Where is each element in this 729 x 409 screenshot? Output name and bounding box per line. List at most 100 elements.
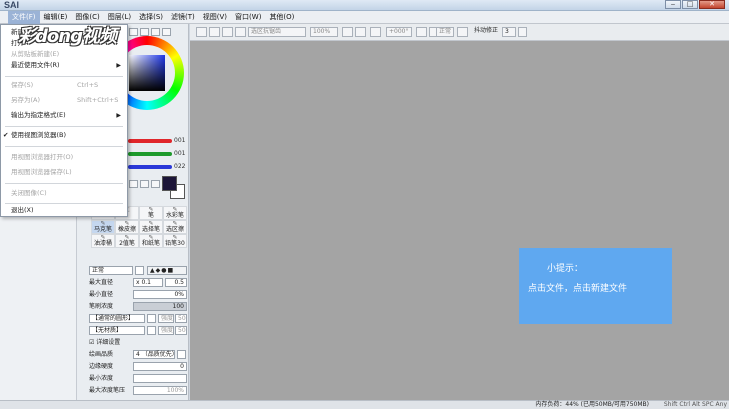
shape1-select[interactable]: 【通常的圆形】 xyxy=(89,314,145,323)
quality-row: 绘画品质 4 （品质优先） xyxy=(89,349,187,360)
rgb-tab-icon[interactable] xyxy=(140,28,149,36)
shape1-strength-value[interactable]: 50 xyxy=(175,314,187,323)
menu-export[interactable]: 输出为指定格式(E) ▶ xyxy=(1,109,127,122)
zoom-field[interactable]: 100% xyxy=(310,27,338,37)
open-icon[interactable] xyxy=(209,27,220,37)
menu-use-browser[interactable]: ✔ 使用视图浏览器(B) xyxy=(1,129,127,142)
shape1-dropdown-icon[interactable] xyxy=(147,314,156,323)
tool-marker[interactable]: ✎ 马克笔 xyxy=(91,220,115,234)
menu-separator xyxy=(5,146,123,147)
menu-select[interactable]: 选择(S) xyxy=(135,11,167,24)
menu-close-image[interactable]: 关闭图像(C) xyxy=(1,187,127,200)
quality-label: 绘画品质 xyxy=(89,351,114,358)
menu-separator xyxy=(5,126,123,127)
watermark-logo: 彩dong视频 xyxy=(18,26,117,47)
blend-mode-dropdown-icon[interactable] xyxy=(135,266,144,275)
min-density-slider[interactable] xyxy=(133,374,187,383)
memory-status: 内存负荷：44% (已用50MB/可用750MB) xyxy=(535,401,649,408)
menu-other[interactable]: 其他(O) xyxy=(265,11,298,24)
new-canvas-icon[interactable] xyxy=(196,27,207,37)
menu-save[interactable]: 保存(S) Ctrl+S xyxy=(1,79,127,92)
tool-select-eraser[interactable]: ✎ 选区擦 xyxy=(163,220,187,234)
green-slider-bar[interactable] xyxy=(128,152,172,156)
red-slider-bar[interactable] xyxy=(128,139,172,143)
palette-tab-icon[interactable] xyxy=(162,28,171,36)
rotation-field[interactable]: +000° xyxy=(386,27,412,37)
tool-paper-pen[interactable]: ✎ 和纸笔 xyxy=(139,234,163,248)
foreground-color-swatch[interactable] xyxy=(162,176,177,191)
menu-open-with-browser[interactable]: 用视图浏览器打开(O) xyxy=(1,151,127,164)
stabilizer-dropdown-icon[interactable] xyxy=(518,27,527,37)
zoom-reset-icon[interactable] xyxy=(370,27,381,37)
save-icon[interactable] xyxy=(222,27,233,37)
menu-view[interactable]: 视图(V) xyxy=(199,11,231,24)
maximize-button[interactable]: □ xyxy=(682,0,698,9)
undo-icon[interactable] xyxy=(235,27,246,37)
rotate-left-icon[interactable] xyxy=(416,27,427,37)
canvas-area[interactable] xyxy=(190,41,729,400)
zoom-in-icon[interactable] xyxy=(355,27,366,37)
tool-label: 油漆桶 xyxy=(93,240,112,247)
color-tool-1-icon[interactable] xyxy=(129,180,138,188)
red-slider[interactable]: 001 xyxy=(128,137,188,145)
tool-select-pen[interactable]: ✎ 选择笔 xyxy=(139,220,163,234)
tool-eraser[interactable]: ✎ 橡皮擦 xyxy=(115,220,139,234)
title-bar: SAI ‒ □ ✕ xyxy=(0,0,729,11)
blue-slider[interactable]: 022 xyxy=(128,163,188,171)
density-row: 笔刷浓度 100 xyxy=(89,301,187,312)
shape2-strength-value[interactable]: 50 xyxy=(175,326,187,335)
color-wheel-tab-icon[interactable] xyxy=(129,28,138,36)
hardness-slider[interactable]: 0 xyxy=(133,362,187,371)
quality-select[interactable]: 4 （品质优先） xyxy=(133,350,178,359)
blend-mode-select[interactable]: 正常 xyxy=(89,266,133,275)
color-tool-2-icon[interactable] xyxy=(140,180,149,188)
shape2-dropdown-icon[interactable] xyxy=(147,326,156,335)
menu-save-as-shortcut: Shift+Ctrl+S xyxy=(77,96,119,104)
tool-binary-pen[interactable]: ✎ 2值笔 xyxy=(115,234,139,248)
saturation-square[interactable] xyxy=(129,55,165,91)
tool-label: 选择笔 xyxy=(141,226,160,233)
max-size-multiplier[interactable]: x 0.1 xyxy=(133,278,163,287)
menu-exit[interactable]: 退出(X) xyxy=(1,204,127,217)
max-pressure-slider[interactable]: 100% xyxy=(133,386,187,395)
eyedropper-icon[interactable] xyxy=(151,180,160,188)
green-slider[interactable]: 001 xyxy=(128,150,188,158)
menu-export-label: 输出为指定格式(E) xyxy=(11,111,66,119)
normal-view-button[interactable]: 正常 xyxy=(436,27,454,37)
min-size-label: 最小直径 xyxy=(89,291,114,298)
zoom-out-icon[interactable] xyxy=(342,27,353,37)
tool-bucket[interactable]: ✎ 油漆桶 xyxy=(91,234,115,248)
minimize-button[interactable]: ‒ xyxy=(665,0,681,9)
shape2-select[interactable]: 【无材质】 xyxy=(89,326,145,335)
min-density-label: 最小浓度 xyxy=(89,375,114,382)
window-controls: ‒ □ ✕ xyxy=(664,0,725,10)
stabilizer-select[interactable]: 3 xyxy=(502,27,516,37)
density-slider[interactable]: 100 xyxy=(133,302,187,311)
menu-recent[interactable]: 最近使用文件(R) ▶ xyxy=(1,59,127,72)
menu-save-with-browser[interactable]: 用视图浏览器保存(L) xyxy=(1,166,127,179)
max-pressure-label: 最大浓度笔压 xyxy=(89,387,126,394)
file-menu-dropdown: 新建 打开 从剪贴板新建(E) 最近使用文件(R) ▶ 保存(S) Ctrl+S… xyxy=(0,24,128,217)
menu-use-browser-label: 使用视图浏览器(B) xyxy=(11,131,67,139)
app-title: SAI xyxy=(4,0,20,10)
flip-icon[interactable] xyxy=(457,27,468,37)
anti-alias-checkbox[interactable]: 选区抗锯齿 xyxy=(248,27,306,37)
min-size-slider[interactable]: 0% xyxy=(133,290,187,299)
close-button[interactable]: ✕ xyxy=(699,0,725,9)
tool-pen[interactable]: ✎ 笔 xyxy=(139,206,163,220)
menu-save-as[interactable]: 另存为(A) Shift+Ctrl+S xyxy=(1,94,127,107)
tip-title: 小提示： xyxy=(547,264,584,274)
menu-filter[interactable]: 滤镜(T) xyxy=(167,11,199,24)
hsv-tab-icon[interactable] xyxy=(151,28,160,36)
brush-shape-presets[interactable]: ▲◆●■ xyxy=(147,266,187,275)
shape1-row: 【通常的圆形】 强度 50 xyxy=(89,313,187,324)
tool-pencil[interactable]: ✎ 铅笔30 xyxy=(163,234,187,248)
quality-dropdown-icon[interactable] xyxy=(177,350,186,359)
menu-save-label: 保存(S) xyxy=(11,81,34,89)
max-size-value[interactable]: 0.5 xyxy=(165,278,187,287)
max-size-row: 最大直径 x 0.1 0.5 xyxy=(89,277,187,288)
blue-slider-bar[interactable] xyxy=(128,165,172,169)
submenu-arrow-icon: ▶ xyxy=(116,112,121,119)
tool-watercolor[interactable]: ✎ 水彩笔 xyxy=(163,206,187,220)
menu-window[interactable]: 窗口(W) xyxy=(231,11,265,24)
